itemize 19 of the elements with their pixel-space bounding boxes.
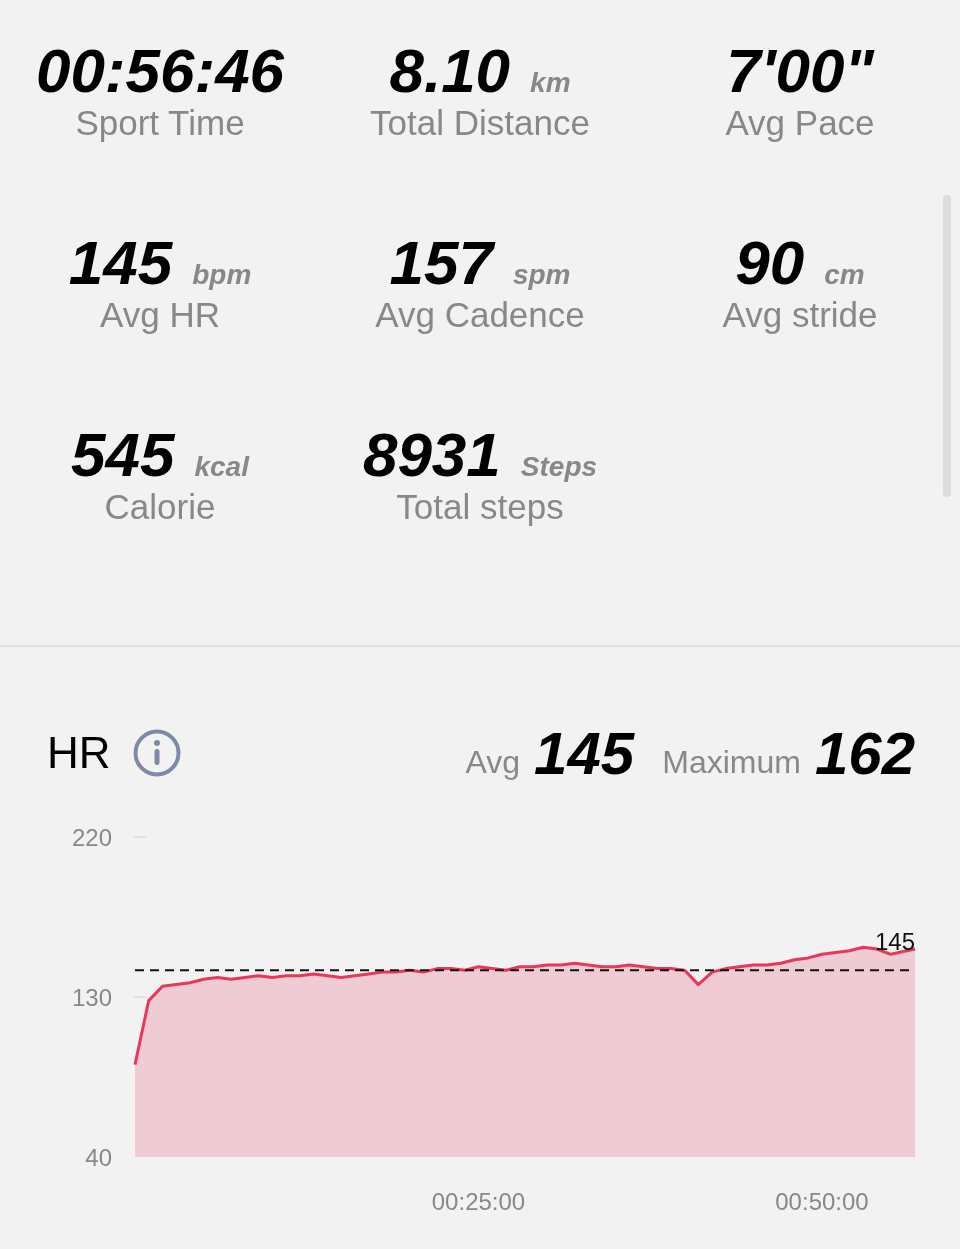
section-title: HR [47,728,111,778]
stat-unit: Steps [520,451,598,483]
stat-unit: cm [824,259,865,291]
stat-unit: spm [512,259,571,291]
max-label: Maximum [662,743,801,781]
average-label: 145 [874,928,915,956]
axis-label: 220 [71,824,112,851]
stat-unit: bpm [192,259,252,291]
axis-label: 00:50:00 [775,1188,869,1215]
axis-label: 40 [85,1144,112,1171]
info-icon[interactable] [132,729,181,777]
axis-label: 00:25:00 [431,1188,526,1215]
avg-value: 145 [534,718,635,788]
avg-label: Avg [465,743,521,781]
stat-unit: kcal [194,451,249,483]
stat-label: Avg Cadence [375,294,585,336]
max-value: 162 [814,718,915,788]
stat-unit: km [530,67,571,99]
axis-label: 130 [71,984,112,1011]
